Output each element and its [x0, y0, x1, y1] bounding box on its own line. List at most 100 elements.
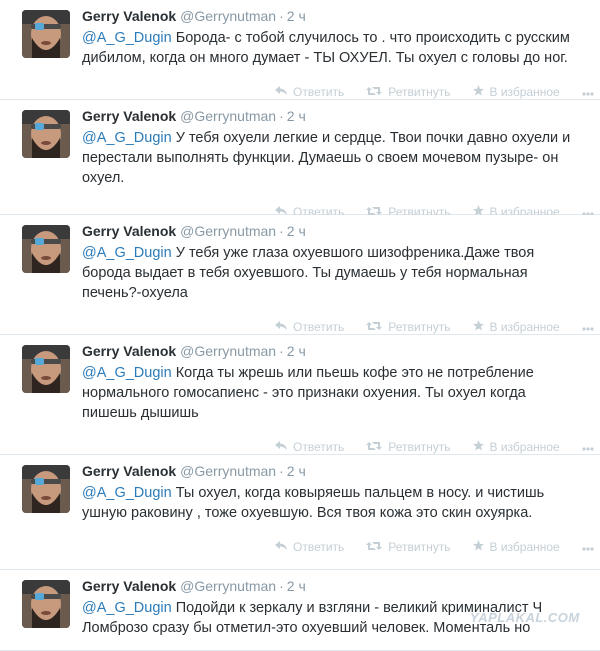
user-name[interactable]: Gerry Valenok — [82, 108, 176, 124]
tweet[interactable]: Gerry Valenok @Gerrynutman · 2 ч @A_G_Dugin … — [0, 215, 600, 335]
tweet[interactable]: Gerry Valenok @Gerrynutman · 2 ч @A_G_Dugin … — [0, 455, 600, 570]
reply-label: Ответить — [293, 320, 345, 334]
separator-dot: · — [279, 463, 284, 479]
tweet[interactable]: Gerry Valenok @Gerrynutman · 2 ч @A_G_Dugin … — [0, 100, 600, 219]
favorite-button[interactable]: В избранное — [472, 540, 560, 554]
more-button[interactable]: Ещё — [582, 85, 600, 99]
mention-link[interactable]: @A_G_Dugin — [82, 245, 172, 261]
timestamp[interactable]: 2 ч — [287, 578, 306, 594]
tweet-text: @A_G_Dugin Ты охуел, когда ковыряешь пал… — [82, 483, 592, 523]
user-name[interactable]: Gerry Valenok — [82, 223, 176, 239]
separator-dot: · — [279, 578, 284, 594]
retweet-label: Ретвитнуть — [388, 320, 451, 334]
timestamp[interactable]: 2 ч — [287, 8, 306, 24]
mention-link[interactable]: @A_G_Dugin — [82, 600, 172, 616]
retweet-label: Ретвитнуть — [388, 85, 451, 99]
tweet[interactable]: Gerry Valenok @Gerrynutman · 2 ч @A_G_Dugin … — [0, 0, 600, 100]
avatar[interactable] — [22, 10, 70, 58]
separator-dot: · — [279, 8, 284, 24]
tweet-header: Gerry Valenok @Gerrynutman · 2 ч — [82, 343, 306, 359]
tweet[interactable]: Gerry Valenok @Gerrynutman · 2 ч @A_G_Dugin … — [0, 335, 600, 455]
mention-link[interactable]: @A_G_Dugin — [82, 485, 172, 501]
favorite-label: В избранное — [489, 85, 560, 99]
reply-icon — [275, 440, 293, 454]
timestamp[interactable]: 2 ч — [287, 108, 306, 124]
mention-link[interactable]: @A_G_Dugin — [82, 30, 172, 46]
avatar[interactable] — [22, 110, 70, 158]
more-dots-icon — [582, 540, 600, 554]
reply-label: Ответить — [293, 85, 345, 99]
timestamp[interactable]: 2 ч — [287, 343, 306, 359]
user-name[interactable]: Gerry Valenok — [82, 463, 176, 479]
retweet-icon — [366, 540, 388, 554]
retweet-icon — [366, 85, 388, 99]
user-name[interactable]: Gerry Valenok — [82, 8, 176, 24]
favorite-button[interactable]: В избранное — [472, 440, 560, 454]
star-icon — [472, 320, 490, 334]
user-handle[interactable]: @Gerrynutman — [180, 578, 276, 594]
tweet-header: Gerry Valenok @Gerrynutman · 2 ч — [82, 223, 306, 239]
reply-icon — [275, 85, 293, 99]
favorite-label: В избранное — [489, 440, 560, 454]
reply-icon — [275, 540, 293, 554]
tweet-actions: Ответить Ретвитнуть В избранное Ещё — [275, 85, 600, 99]
avatar[interactable] — [22, 580, 70, 628]
star-icon — [472, 540, 490, 554]
user-name[interactable]: Gerry Valenok — [82, 578, 176, 594]
tweet-text: @A_G_Dugin У тебя охуели легкие и сердце… — [82, 128, 592, 188]
tweet-header: Gerry Valenok @Gerrynutman · 2 ч — [82, 578, 306, 594]
user-handle[interactable]: @Gerrynutman — [180, 108, 276, 124]
reply-button[interactable]: Ответить — [275, 540, 344, 554]
star-icon — [472, 440, 490, 454]
watermark: YAPLAKAL.COM — [470, 610, 580, 625]
tweet-actions: Ответить Ретвитнуть В избранное Ещё — [275, 320, 600, 334]
user-handle[interactable]: @Gerrynutman — [180, 223, 276, 239]
tweet-text: @A_G_Dugin У тебя уже глаза охуевшого ши… — [82, 243, 592, 303]
mention-link[interactable]: @A_G_Dugin — [82, 130, 172, 146]
favorite-button[interactable]: В избранное — [472, 320, 560, 334]
more-dots-icon — [582, 85, 600, 99]
star-icon — [472, 85, 490, 99]
avatar[interactable] — [22, 345, 70, 393]
tweet-text: @A_G_Dugin Когда ты жрешь или пьешь кофе… — [82, 363, 592, 423]
more-dots-icon — [582, 440, 600, 454]
retweet-button[interactable]: Ретвитнуть — [366, 85, 451, 99]
more-button[interactable]: Ещё — [582, 440, 600, 454]
reply-button[interactable]: Ответить — [275, 440, 344, 454]
favorite-label: В избранное — [489, 540, 560, 554]
avatar[interactable] — [22, 225, 70, 273]
tweet-actions: Ответить Ретвитнуть В избранное Ещё — [275, 540, 600, 554]
reply-button[interactable]: Ответить — [275, 320, 344, 334]
retweet-icon — [366, 440, 388, 454]
retweet-button[interactable]: Ретвитнуть — [366, 540, 451, 554]
separator-dot: · — [279, 223, 284, 239]
retweet-button[interactable]: Ретвитнуть — [366, 440, 451, 454]
retweet-icon — [366, 320, 388, 334]
user-name[interactable]: Gerry Valenok — [82, 343, 176, 359]
separator-dot: · — [279, 108, 284, 124]
user-handle[interactable]: @Gerrynutman — [180, 463, 276, 479]
reply-button[interactable]: Ответить — [275, 85, 344, 99]
avatar[interactable] — [22, 465, 70, 513]
retweet-button[interactable]: Ретвитнуть — [366, 320, 451, 334]
mention-link[interactable]: @A_G_Dugin — [82, 365, 172, 381]
retweet-label: Ретвитнуть — [388, 440, 451, 454]
reply-label: Ответить — [293, 440, 345, 454]
reply-icon — [275, 320, 293, 334]
tweet-header: Gerry Valenok @Gerrynutman · 2 ч — [82, 8, 306, 24]
more-button[interactable]: Ещё — [582, 540, 600, 554]
tweet-text: @A_G_Dugin Борода- с тобой случилось то … — [82, 28, 592, 68]
favorite-label: В избранное — [489, 320, 560, 334]
tweet-header: Gerry Valenok @Gerrynutman · 2 ч — [82, 108, 306, 124]
user-handle[interactable]: @Gerrynutman — [180, 8, 276, 24]
separator-dot: · — [279, 343, 284, 359]
more-button[interactable]: Ещё — [582, 320, 600, 334]
timestamp[interactable]: 2 ч — [287, 223, 306, 239]
more-dots-icon — [582, 320, 600, 334]
tweet-header: Gerry Valenok @Gerrynutman · 2 ч — [82, 463, 306, 479]
user-handle[interactable]: @Gerrynutman — [180, 343, 276, 359]
favorite-button[interactable]: В избранное — [472, 85, 560, 99]
retweet-label: Ретвитнуть — [388, 540, 451, 554]
timestamp[interactable]: 2 ч — [287, 463, 306, 479]
reply-label: Ответить — [293, 540, 345, 554]
